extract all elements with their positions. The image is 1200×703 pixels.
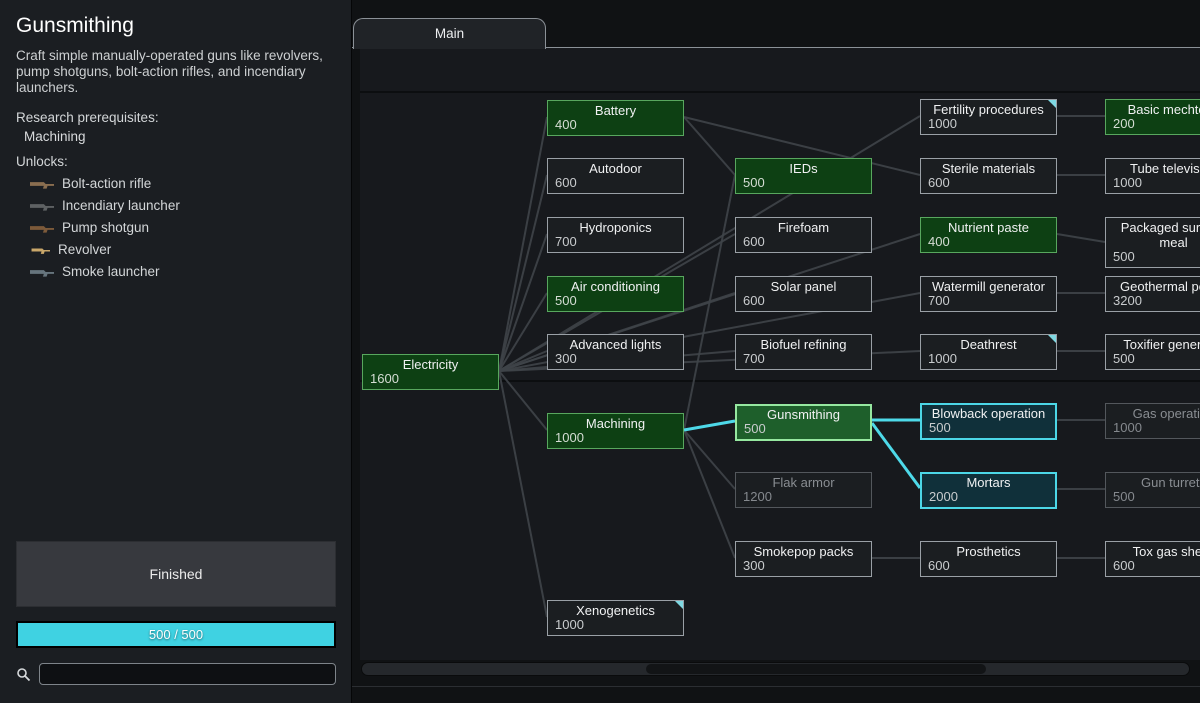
node-title: Xenogenetics — [548, 603, 683, 618]
node-cost: 600 — [1106, 559, 1200, 573]
node-cost: 600 — [921, 559, 1056, 573]
node-cost: 600 — [736, 235, 871, 249]
tech-node-smokepop-packs[interactable]: Smokepop packs 300 — [735, 541, 872, 577]
node-cost: 600 — [921, 176, 1056, 190]
tech-node-prosthetics[interactable]: Prosthetics 600 — [920, 541, 1057, 577]
node-cost: 1600 — [363, 372, 498, 386]
node-cost: 400 — [921, 235, 1056, 249]
node-cost: 1000 — [1106, 176, 1200, 190]
tech-node-geothermal-power[interactable]: Geothermal power 3200 — [1105, 276, 1200, 312]
node-cost: 1000 — [921, 117, 1056, 131]
tech-node-electricity[interactable]: Electricity 1600 — [362, 354, 499, 390]
tech-node-hydroponics[interactable]: Hydroponics 700 — [547, 217, 684, 253]
node-title: Prosthetics — [921, 544, 1056, 559]
tech-node-mortars[interactable]: Mortars 2000 — [920, 472, 1057, 509]
node-cost: 1000 — [548, 618, 683, 632]
node-title: Fertility procedures — [921, 102, 1056, 117]
node-title: Autodoor — [548, 161, 683, 176]
node-title: Deathrest — [921, 337, 1056, 352]
tech-node-autodoor[interactable]: Autodoor 600 — [547, 158, 684, 194]
node-title: Gunsmithing — [737, 407, 870, 422]
node-cost: 700 — [921, 294, 1056, 308]
node-cost: 300 — [548, 352, 683, 366]
node-cost: 700 — [736, 352, 871, 366]
node-title: Gun turrets — [1106, 475, 1200, 490]
node-cost: 1000 — [921, 352, 1056, 366]
node-cost: 500 — [1106, 250, 1200, 264]
node-title: Air conditioning — [548, 279, 683, 294]
tech-node-deathrest[interactable]: Deathrest 1000 — [920, 334, 1057, 370]
tech-node-machining[interactable]: Machining 1000 — [547, 413, 684, 449]
node-cost: 500 — [1106, 352, 1200, 366]
node-title: Gas operation — [1106, 406, 1200, 421]
node-cost: 3200 — [1106, 294, 1200, 308]
node-title: Basic mechtech — [1106, 102, 1200, 117]
node-title: Machining — [548, 416, 683, 431]
node-title: Toxifier generator — [1106, 337, 1200, 352]
node-title: Sterile materials — [921, 161, 1056, 176]
node-cost: 500 — [737, 422, 870, 436]
node-title: Tox gas shells — [1106, 544, 1200, 559]
tech-node-tube-television[interactable]: Tube television 1000 — [1105, 158, 1200, 194]
tech-node-ieds[interactable]: IEDs 500 — [735, 158, 872, 194]
tech-node-blowback-operation[interactable]: Blowback operation 500 — [920, 403, 1057, 440]
node-title: Watermill generator — [921, 279, 1056, 294]
node-title: IEDs — [736, 161, 871, 176]
node-cost: 1000 — [1106, 421, 1200, 435]
node-cost: 700 — [548, 235, 683, 249]
tech-node-solar-panel[interactable]: Solar panel 600 — [735, 276, 872, 312]
node-title: Hydroponics — [548, 220, 683, 235]
node-cost: 500 — [922, 421, 1055, 435]
node-title: Packaged survival meal — [1106, 220, 1200, 250]
node-title: Smokepop packs — [736, 544, 871, 559]
tech-node-firefoam[interactable]: Firefoam 600 — [735, 217, 872, 253]
tech-node-nutrient-paste[interactable]: Nutrient paste 400 — [920, 217, 1057, 253]
tech-node-tox-gas-shells[interactable]: Tox gas shells 600 — [1105, 541, 1200, 577]
tech-node-battery[interactable]: Battery 400 — [547, 100, 684, 136]
node-title: Advanced lights — [548, 337, 683, 352]
tab-main[interactable]: Main — [353, 18, 546, 49]
tech-node-fertility-procedures[interactable]: Fertility procedures 1000 — [920, 99, 1057, 135]
tech-node-xenogenetics[interactable]: Xenogenetics 1000 — [547, 600, 684, 636]
tech-node-gunsmithing[interactable]: Gunsmithing 500 — [735, 404, 872, 441]
node-cost: 300 — [736, 559, 871, 573]
node-title: Flak armor — [736, 475, 871, 490]
tech-node-sterile-materials[interactable]: Sterile materials 600 — [920, 158, 1057, 194]
node-cost: 500 — [548, 294, 683, 308]
tech-node-gas-operation[interactable]: Gas operation 1000 — [1105, 403, 1200, 439]
node-title: Mortars — [922, 475, 1055, 490]
node-title: Biofuel refining — [736, 337, 871, 352]
node-cost: 400 — [548, 118, 683, 132]
node-title: Nutrient paste — [921, 220, 1056, 235]
tech-node-gun-turrets[interactable]: Gun turrets 500 — [1105, 472, 1200, 508]
node-cost: 500 — [736, 176, 871, 190]
tech-node-toxifier-generator[interactable]: Toxifier generator 500 — [1105, 334, 1200, 370]
node-cost: 500 — [1106, 490, 1200, 504]
tech-node-air-conditioning[interactable]: Air conditioning 500 — [547, 276, 684, 312]
node-title: Battery — [548, 103, 683, 118]
node-title: Firefoam — [736, 220, 871, 235]
node-cost: 1000 — [548, 431, 683, 445]
node-title: Solar panel — [736, 279, 871, 294]
tech-node-basic-mechtech[interactable]: Basic mechtech 200 — [1105, 99, 1200, 135]
tech-node-biofuel-refining[interactable]: Biofuel refining 700 — [735, 334, 872, 370]
node-title: Tube television — [1106, 161, 1200, 176]
node-title: Electricity — [363, 357, 498, 372]
node-cost: 1200 — [736, 490, 871, 504]
tech-node-flak-armor[interactable]: Flak armor 1200 — [735, 472, 872, 508]
node-cost: 600 — [736, 294, 871, 308]
tech-node-packaged-survival-meal[interactable]: Packaged survival meal 500 — [1105, 217, 1200, 268]
node-title: Geothermal power — [1106, 279, 1200, 294]
node-title: Blowback operation — [922, 406, 1055, 421]
tech-node-advanced-lights[interactable]: Advanced lights 300 — [547, 334, 684, 370]
node-cost: 2000 — [922, 490, 1055, 504]
node-cost: 600 — [548, 176, 683, 190]
tech-node-watermill-generator[interactable]: Watermill generator 700 — [920, 276, 1057, 312]
node-cost: 200 — [1106, 117, 1200, 131]
